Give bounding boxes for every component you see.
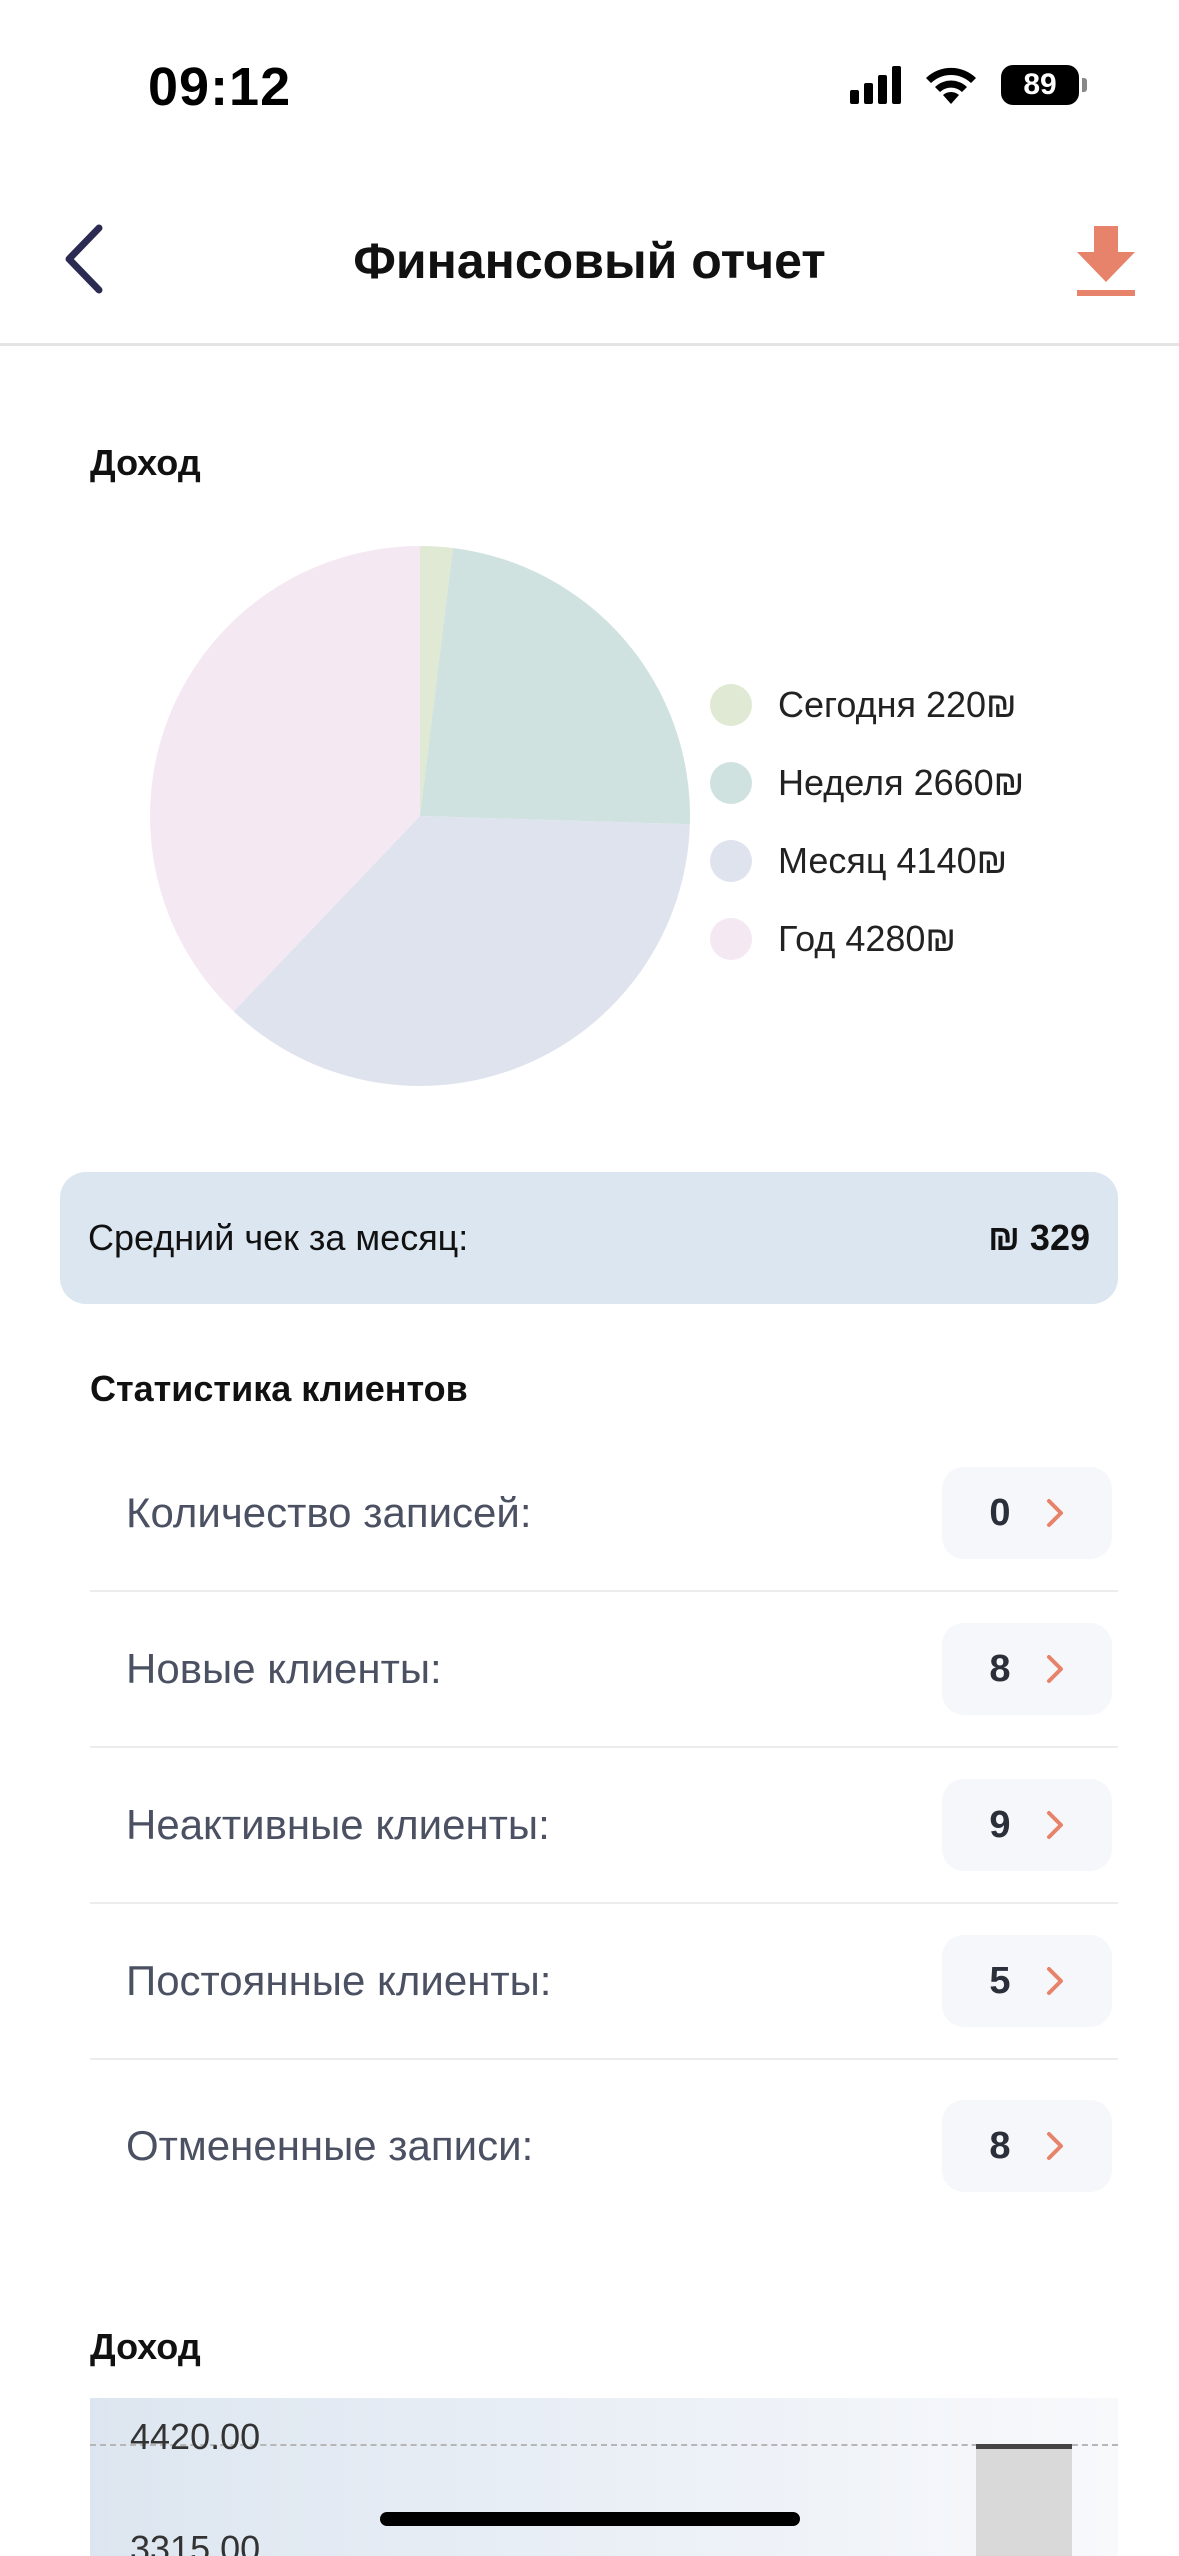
pie-legend: Сегодня 220₪ Неделя 2660₪ Месяц 4140₪ Год 4… [710,666,1024,978]
stat-label: Неактивные клиенты: [126,1801,550,1848]
chevron-right-icon [1046,2132,1063,2160]
status-time: 09:12 [148,57,292,117]
pie-slice-1 [420,548,690,825]
stat-value: 5 [989,1959,1011,2002]
stat-value-pill[interactable]: 0 [942,1467,1112,1559]
battery-level: 89 [1023,68,1057,101]
stat-label: Количество записей: [126,1489,532,1536]
chart-bar [976,2444,1072,2556]
status-bar: 09:12 89 [0,0,1179,150]
nav-bar: Финансовый отчет [0,170,1179,346]
legend-label: Год 4280₪ [778,918,956,959]
legend-item: Месяц 4140₪ [710,822,1024,900]
legend-swatch [710,684,752,726]
legend-item: Сегодня 220₪ [710,666,1024,744]
home-indicator [380,2512,800,2526]
stat-value: 8 [989,1647,1011,1690]
legend-label: Сегодня 220₪ [778,684,1017,725]
status-icons: 89 [850,64,1087,106]
average-check-value: ₪ 329 [988,1217,1090,1258]
stat-value: 8 [989,2124,1011,2167]
stat-value-pill[interactable]: 8 [942,2100,1112,2192]
client-stats-title: Статистика клиентов [90,1368,468,1409]
legend-label: Неделя 2660₪ [778,762,1025,803]
wifi-icon [926,67,976,104]
legend-item: Год 4280₪ [710,900,1024,978]
chevron-right-icon [1046,1967,1063,1995]
y-tick-label: 3315.00 [130,2528,261,2556]
y-tick-label: 4420.00 [130,2416,261,2457]
stat-value-pill[interactable]: 8 [942,1623,1112,1715]
cellular-signal-icon [850,66,901,104]
legend-label: Месяц 4140₪ [778,840,1008,881]
chart-bar-top [976,2444,1072,2449]
chevron-right-icon [1046,1655,1063,1683]
chevron-right-icon [1046,1499,1063,1527]
stat-row-bookings-count[interactable]: Количество записей: 0 [90,1436,1118,1592]
average-check-card: Средний чек за месяц: ₪ 329 [60,1172,1118,1304]
legend-swatch [710,918,752,960]
legend-swatch [710,840,752,882]
download-icon[interactable] [1069,222,1143,302]
income-section-title: Доход [90,442,201,483]
stat-value: 0 [989,1491,1011,1534]
stat-value-pill[interactable]: 5 [942,1935,1112,2027]
stat-label: Новые клиенты: [126,1645,442,1692]
page-title: Финансовый отчет [353,233,826,289]
battery-icon: 89 [1001,65,1087,105]
income-pie-chart [150,546,690,1086]
stat-value: 9 [989,1803,1011,1846]
stat-label: Отмененные записи: [126,2122,534,2169]
legend-swatch [710,762,752,804]
chevron-right-icon [1046,1811,1063,1839]
stat-row-regular-clients[interactable]: Постоянные клиенты: 5 [90,1904,1118,2060]
stat-row-new-clients[interactable]: Новые клиенты: 8 [90,1592,1118,1748]
income-bar-chart: 4420.00 3315.00 [90,2398,1118,2556]
stat-value-pill[interactable]: 9 [942,1779,1112,1871]
income-chart-title: Доход [90,2326,201,2367]
stat-row-inactive-clients[interactable]: Неактивные клиенты: 9 [90,1748,1118,1904]
legend-item: Неделя 2660₪ [710,744,1024,822]
stat-row-cancelled-bookings[interactable]: Отмененные записи: 8 [90,2068,1118,2224]
average-check-label: Средний чек за месяц: [88,1217,469,1258]
stat-label: Постоянные клиенты: [126,1957,552,2004]
